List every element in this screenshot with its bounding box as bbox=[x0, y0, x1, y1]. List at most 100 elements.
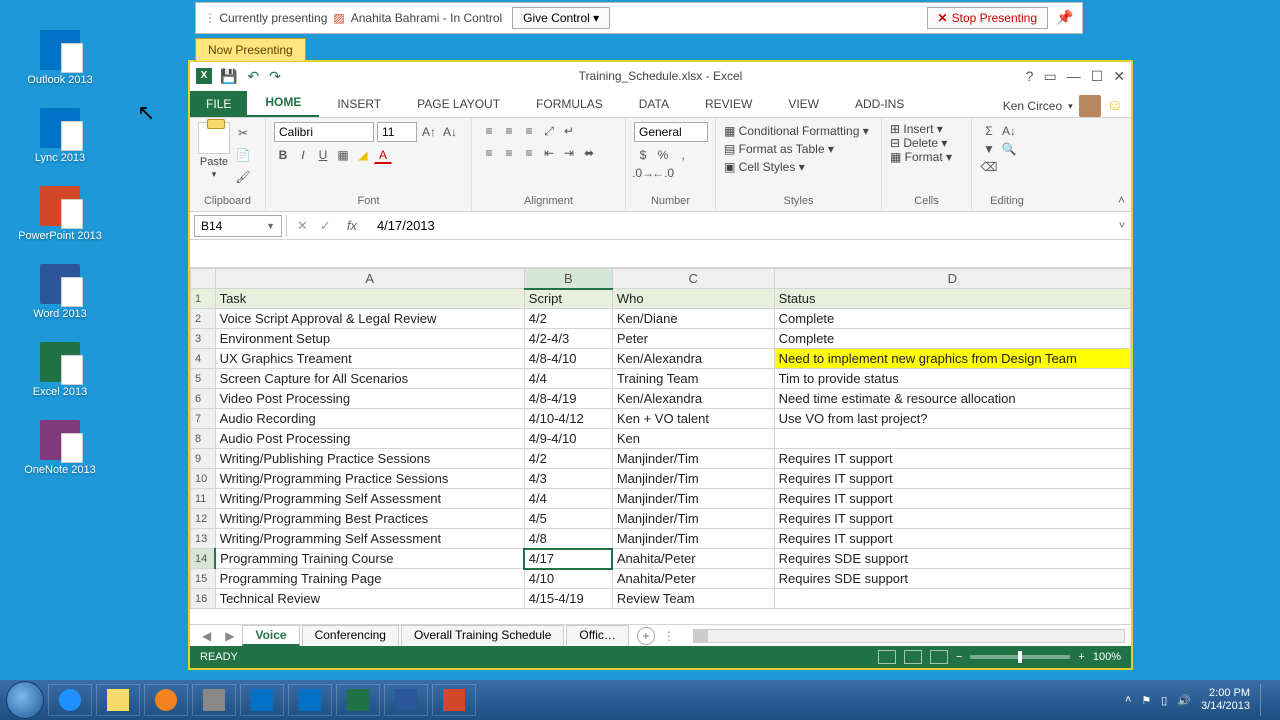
header-cell[interactable]: Task bbox=[215, 289, 524, 309]
align-center-icon[interactable]: ≡ bbox=[500, 144, 518, 162]
format-as-table-button[interactable]: ▤ Format as Table ▾ bbox=[724, 140, 873, 158]
cell[interactable]: Training Team bbox=[612, 369, 774, 389]
clock[interactable]: 2:00 PM 3/14/2013 bbox=[1201, 687, 1250, 713]
desktop-icon[interactable]: Outlook 2013 bbox=[10, 30, 110, 86]
desktop-icon[interactable]: OneNote 2013 bbox=[10, 420, 110, 476]
name-box[interactable]: B14▼ bbox=[194, 215, 282, 237]
conditional-formatting-button[interactable]: ▦ Conditional Formatting ▾ bbox=[724, 122, 873, 140]
zoom-slider[interactable] bbox=[970, 655, 1070, 659]
cell[interactable]: Requires IT support bbox=[774, 489, 1130, 509]
cell[interactable]: Tim to provide status bbox=[774, 369, 1130, 389]
find-select-icon[interactable]: 🔍 bbox=[1000, 140, 1018, 158]
row-header[interactable]: 6 bbox=[191, 389, 216, 409]
row-header[interactable]: 16 bbox=[191, 589, 216, 609]
cell[interactable]: Requires SDE support bbox=[774, 569, 1130, 589]
taskbar-media-player[interactable] bbox=[144, 684, 188, 716]
cell[interactable]: Programming Training Page bbox=[215, 569, 524, 589]
cell[interactable]: 4/10-4/12 bbox=[524, 409, 612, 429]
cell[interactable]: Environment Setup bbox=[215, 329, 524, 349]
file-tab[interactable]: FILE bbox=[190, 91, 247, 117]
ribbon-tab[interactable]: ADD-INS bbox=[837, 91, 922, 117]
header-cell[interactable]: Status bbox=[774, 289, 1130, 309]
row-header[interactable]: 12 bbox=[191, 509, 216, 529]
row-header[interactable]: 4 bbox=[191, 349, 216, 369]
cell[interactable]: 4/17 bbox=[524, 549, 612, 569]
maximize-icon[interactable]: ☐ bbox=[1091, 68, 1104, 85]
fill-color-button[interactable]: ◢ bbox=[354, 146, 372, 164]
cell[interactable]: 4/8 bbox=[524, 529, 612, 549]
taskbar-app[interactable] bbox=[192, 684, 236, 716]
currency-icon[interactable]: $ bbox=[634, 146, 652, 164]
desktop-icon[interactable]: Word 2013 bbox=[10, 264, 110, 320]
zoom-in-icon[interactable]: + bbox=[1078, 651, 1084, 663]
tray-flag-icon[interactable]: ⚑ bbox=[1141, 694, 1151, 707]
sheet-tab[interactable]: Voice bbox=[242, 625, 299, 646]
sheet-tab[interactable]: Overall Training Schedule bbox=[401, 625, 564, 646]
align-left-icon[interactable]: ≡ bbox=[480, 144, 498, 162]
cell[interactable]: 4/4 bbox=[524, 369, 612, 389]
zoom-out-icon[interactable]: − bbox=[956, 651, 962, 663]
cell[interactable]: Video Post Processing bbox=[215, 389, 524, 409]
tray-network-icon[interactable]: ▯ bbox=[1161, 694, 1167, 707]
format-painter-icon[interactable]: 🖌 bbox=[234, 168, 252, 186]
row-header[interactable]: 15 bbox=[191, 569, 216, 589]
desktop-icon[interactable]: Lync 2013 bbox=[10, 108, 110, 164]
merge-center-icon[interactable]: ⬌ bbox=[580, 144, 598, 162]
row-header[interactable]: 10 bbox=[191, 469, 216, 489]
cell[interactable]: Writing/Programming Best Practices bbox=[215, 509, 524, 529]
cell[interactable]: 4/8-4/10 bbox=[524, 349, 612, 369]
start-button[interactable] bbox=[6, 681, 44, 719]
taskbar-powerpoint[interactable] bbox=[432, 684, 476, 716]
select-all-corner[interactable] bbox=[191, 269, 216, 289]
font-size-select[interactable] bbox=[377, 122, 417, 142]
cell[interactable]: Need time estimate & resource allocation bbox=[774, 389, 1130, 409]
percent-icon[interactable]: % bbox=[654, 146, 672, 164]
page-layout-view-icon[interactable] bbox=[904, 650, 922, 664]
row-header[interactable]: 3 bbox=[191, 329, 216, 349]
ribbon-display-icon[interactable]: ▭ bbox=[1043, 68, 1056, 85]
row-header[interactable]: 14 bbox=[191, 549, 216, 569]
row-header[interactable]: 7 bbox=[191, 409, 216, 429]
header-cell[interactable]: Who bbox=[612, 289, 774, 309]
align-right-icon[interactable]: ≡ bbox=[520, 144, 538, 162]
cell[interactable]: 4/4 bbox=[524, 489, 612, 509]
give-control-button[interactable]: Give Control ▾ bbox=[512, 7, 610, 29]
taskbar-excel[interactable] bbox=[336, 684, 380, 716]
bold-button[interactable]: B bbox=[274, 146, 292, 164]
cell[interactable]: Manjinder/Tim bbox=[612, 489, 774, 509]
cell[interactable]: Writing/Programming Self Assessment bbox=[215, 489, 524, 509]
font-color-button[interactable]: A bbox=[374, 146, 392, 164]
formula-input[interactable] bbox=[371, 215, 1113, 237]
cell[interactable]: Ken/Alexandra bbox=[612, 389, 774, 409]
column-header[interactable]: A bbox=[215, 269, 524, 289]
delete-cells-button[interactable]: ⊟ Delete ▾ bbox=[890, 136, 963, 150]
taskbar-word[interactable] bbox=[384, 684, 428, 716]
taskbar-ie[interactable] bbox=[48, 684, 92, 716]
cell[interactable]: Audio Recording bbox=[215, 409, 524, 429]
save-icon[interactable]: 💾 bbox=[220, 68, 237, 85]
cell[interactable]: 4/2 bbox=[524, 309, 612, 329]
cell-styles-button[interactable]: ▣ Cell Styles ▾ bbox=[724, 158, 873, 176]
row-header[interactable]: 9 bbox=[191, 449, 216, 469]
decrease-indent-icon[interactable]: ⇤ bbox=[540, 144, 558, 162]
cell[interactable]: Writing/Programming Self Assessment bbox=[215, 529, 524, 549]
copy-icon[interactable]: 📄 bbox=[234, 146, 252, 164]
cell[interactable]: 4/10 bbox=[524, 569, 612, 589]
cell[interactable] bbox=[774, 429, 1130, 449]
sheet-tab[interactable]: Conferencing bbox=[302, 625, 399, 646]
wrap-text-icon[interactable]: ↵ bbox=[560, 122, 578, 140]
ribbon-tab[interactable]: REVIEW bbox=[687, 91, 770, 117]
ribbon-tab[interactable]: FORMULAS bbox=[518, 91, 621, 117]
cell[interactable]: Review Team bbox=[612, 589, 774, 609]
cell[interactable]: Anahita/Peter bbox=[612, 549, 774, 569]
collapse-ribbon-icon[interactable]: ˄ bbox=[1118, 193, 1125, 207]
cell[interactable]: Ken/Alexandra bbox=[612, 349, 774, 369]
cell[interactable]: UX Graphics Treament bbox=[215, 349, 524, 369]
decrease-decimal-icon[interactable]: ←.0 bbox=[654, 164, 672, 182]
align-top-icon[interactable]: ≡ bbox=[480, 122, 498, 140]
cell[interactable]: Requires IT support bbox=[774, 509, 1130, 529]
cell[interactable]: Screen Capture for All Scenarios bbox=[215, 369, 524, 389]
tray-chevron-icon[interactable]: ˄ bbox=[1125, 694, 1131, 706]
row-header[interactable]: 13 bbox=[191, 529, 216, 549]
ribbon-tab[interactable]: PAGE LAYOUT bbox=[399, 91, 518, 117]
